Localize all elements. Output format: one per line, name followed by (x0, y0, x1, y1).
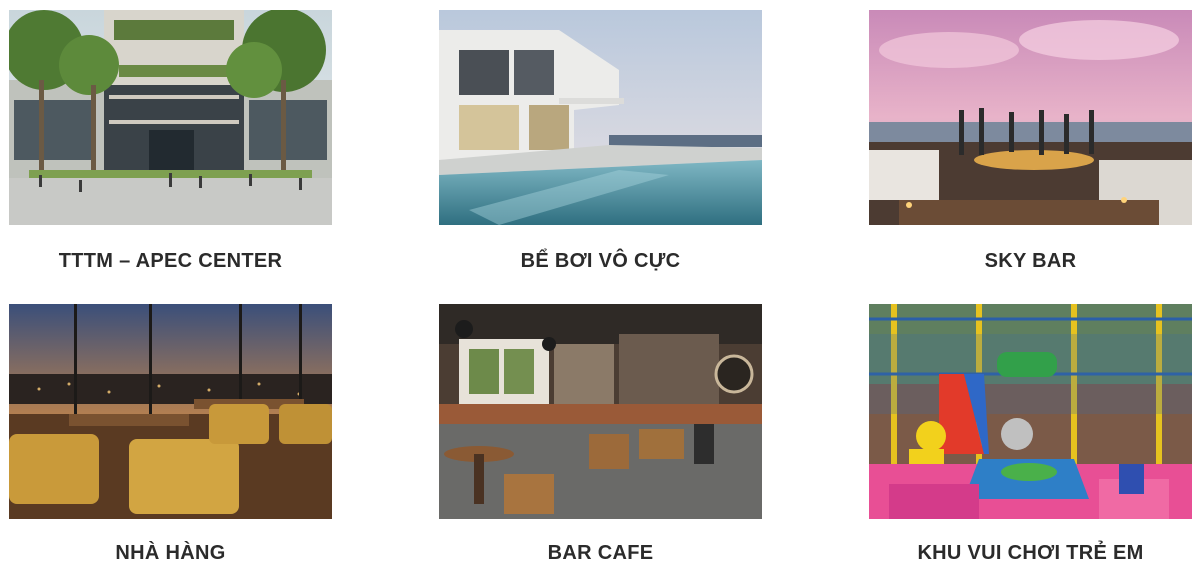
amenity-title: KHU VUI CHƠI TRẺ EM (917, 542, 1144, 564)
kids-playground-photo[interactable] (869, 304, 1192, 519)
amenity-title: BỂ BƠI VÔ CỰC (520, 250, 681, 272)
amenity-title: NHÀ HÀNG (115, 542, 226, 564)
restaurant-photo[interactable] (9, 304, 332, 519)
apec-center-photo[interactable] (9, 10, 332, 225)
amenities-grid: TTTM – APEC CENTER BỂ BƠI VÔ CỰC SKY BAR… (0, 0, 1200, 578)
amenity-card-sky-bar[interactable]: SKY BAR (869, 10, 1192, 275)
amenity-card-restaurant[interactable]: NHÀ HÀNG (9, 304, 332, 567)
amenity-title: SKY BAR (984, 250, 1077, 272)
infinity-pool-photo[interactable] (439, 10, 762, 225)
amenity-title: TTTM – APEC CENTER (58, 250, 283, 272)
bar-cafe-photo[interactable] (439, 304, 762, 519)
amenity-card-infinity-pool[interactable]: BỂ BƠI VÔ CỰC (439, 10, 762, 275)
amenity-card-kids-playground[interactable]: KHU VUI CHƠI TRẺ EM (869, 304, 1192, 567)
amenity-title: BAR CAFE (547, 542, 654, 564)
amenity-card-apec-center[interactable]: TTTM – APEC CENTER (9, 10, 332, 275)
sky-bar-photo[interactable] (869, 10, 1192, 225)
amenity-card-bar-cafe[interactable]: BAR CAFE (439, 304, 762, 567)
